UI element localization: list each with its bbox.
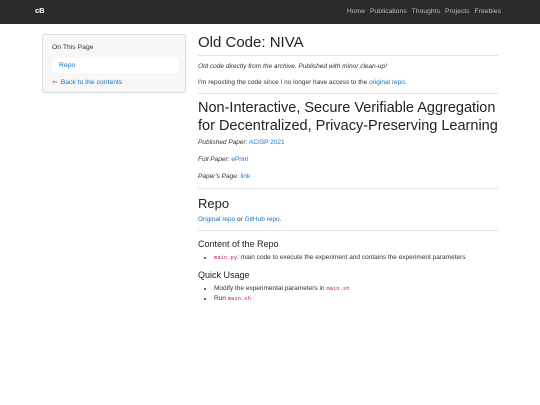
back-arrow-icon: ⇐	[52, 79, 58, 86]
nav-link-thoughts[interactable]: Thoughts	[412, 7, 440, 17]
full-paper-label: Full Paper:	[198, 156, 230, 163]
top-navbar: cB Home Publications Thoughts Projects F…	[0, 0, 540, 24]
nav-link-freebies[interactable]: Freebies	[475, 7, 501, 17]
repost-end: .	[404, 79, 407, 86]
divider	[198, 230, 498, 231]
nav-link-home[interactable]: Home	[347, 7, 365, 17]
full-paper-line: Full Paper: ePrint	[198, 155, 498, 164]
nav-links: Home Publications Thoughts Projects Free…	[347, 7, 501, 17]
site-brand-link[interactable]: cB	[35, 6, 45, 17]
original-repo-link[interactable]: original repo	[369, 79, 405, 86]
toc-title: On This Page	[52, 44, 94, 51]
repost-paragraph: I'm reposting the code since I no longer…	[198, 78, 498, 87]
quick-usage-list: Modify the experimental parameters in ma…	[198, 284, 498, 305]
back-to-contents-label: Back to the contents	[60, 79, 123, 86]
archive-note: Old code directly from the archive. Publ…	[198, 63, 387, 70]
repo-or: or	[237, 216, 243, 223]
github-repo-link[interactable]: GitHub repo	[245, 216, 280, 223]
list-item-text: Modify the experimental parameters in	[214, 284, 325, 292]
paper-title: Non-Interactive, Secure Verifiable Aggre…	[198, 100, 498, 134]
main-content: Old Code: NIVA Old code directly from th…	[198, 34, 498, 305]
code-main-py: main.py	[214, 255, 238, 261]
repost-text: I'm reposting the code since I no longer…	[198, 79, 368, 86]
nav-link-projects[interactable]: Projects	[445, 7, 470, 17]
toc-item-repo[interactable]: Repo	[52, 58, 178, 73]
original-repo-link-2[interactable]: Original repo	[198, 216, 235, 223]
published-label: Published Paper:	[198, 139, 248, 146]
code-main-sh: main.sh	[326, 285, 350, 292]
eprint-link[interactable]: ePrint	[231, 156, 248, 163]
toc-sidebar: On This Page Repo ⇐ Back to the contents	[42, 34, 186, 93]
content-of-repo-heading: Content of the Repo	[198, 239, 279, 249]
paper-page-label: Paper's Page:	[198, 173, 239, 180]
list-item-text: : main code to execute the experiment an…	[237, 254, 466, 261]
nav-link-publications[interactable]: Publications	[370, 7, 407, 17]
quick-usage-heading: Quick Usage	[198, 269, 250, 280]
divider	[198, 188, 498, 189]
page-title: Old Code: NIVA	[198, 34, 304, 51]
code-main-sh: main.sh	[227, 296, 251, 302]
paper-page-link[interactable]: link	[240, 173, 250, 180]
divider	[198, 93, 498, 94]
toc-item-label: Repo	[59, 62, 76, 69]
repo-content-list: main.py: main code to execute the experi…	[198, 253, 498, 264]
list-item: main.py: main code to execute the experi…	[214, 253, 498, 264]
repo-heading: Repo	[198, 196, 230, 211]
divider	[198, 55, 498, 56]
list-item: Run main.sh	[214, 294, 498, 305]
repo-links-line: Original repo or GitHub repo.	[198, 215, 498, 224]
published-paper-line: Published Paper: ACISP 2021	[198, 138, 498, 147]
back-to-contents-link[interactable]: ⇐ Back to the contents	[52, 78, 122, 88]
repo-end: .	[279, 216, 282, 223]
list-item: Modify the experimental parameters in ma…	[214, 284, 498, 295]
acisp-link[interactable]: ACISP 2021	[249, 139, 285, 146]
paper-page-line: Paper's Page: link	[198, 172, 498, 181]
list-item-text: Run	[214, 295, 226, 302]
